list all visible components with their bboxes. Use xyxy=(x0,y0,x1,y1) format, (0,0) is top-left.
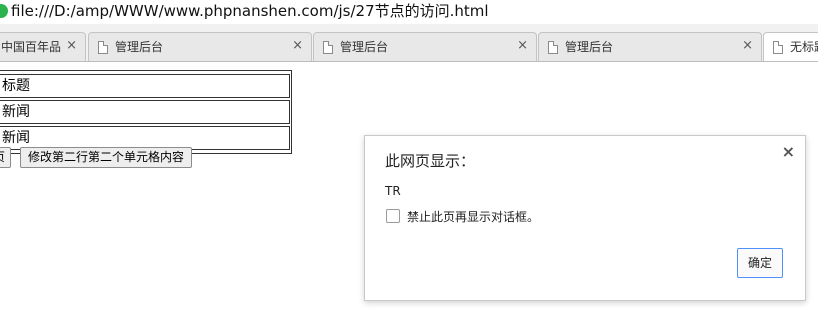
table-row: 新闻 xyxy=(0,100,290,124)
tab-label: 管理后台 xyxy=(340,40,389,54)
close-icon[interactable]: × xyxy=(292,39,303,53)
tab-label: 无标题 xyxy=(790,40,818,54)
table-row: 标题 xyxy=(0,74,290,98)
dialog-title: 此网页显示： xyxy=(385,152,476,170)
tab-4[interactable]: 管理后台 × xyxy=(538,32,762,61)
address-bar[interactable]: file:///D:/amp/WWW/www.phpnanshen.com/js… xyxy=(0,0,818,24)
tab-3[interactable]: 管理后台 × xyxy=(313,32,537,61)
suppress-dialogs-checkbox[interactable] xyxy=(386,209,400,223)
tab-1[interactable]: 中国百年品 × xyxy=(0,32,86,61)
news-table: 标题 新闻 新闻 xyxy=(0,70,292,154)
suppress-dialogs-label[interactable]: 禁止此页再显示对话框。 xyxy=(407,208,539,225)
page-icon xyxy=(773,41,783,54)
tab-label: 管理后台 xyxy=(565,40,614,54)
page-icon xyxy=(98,41,108,54)
ok-button[interactable]: 确定 xyxy=(737,248,783,278)
alert-dialog: × 此网页显示： TR 禁止此页再显示对话框。 确定 xyxy=(364,135,806,301)
close-icon[interactable]: × xyxy=(517,39,528,53)
tab-5-active[interactable]: 无标题 xyxy=(763,32,818,61)
partial-button[interactable]: 页 xyxy=(0,147,11,168)
close-icon[interactable]: × xyxy=(782,142,795,161)
modify-cell-button[interactable]: 修改第二行第二个单元格内容 xyxy=(20,147,193,168)
page-icon xyxy=(548,41,558,54)
tab-label: 中国百年品 xyxy=(1,40,62,54)
close-icon[interactable]: × xyxy=(742,39,753,53)
page-info-icon[interactable] xyxy=(0,4,8,18)
url-text[interactable]: file:///D:/amp/WWW/www.phpnanshen.com/js… xyxy=(11,2,489,20)
page-icon xyxy=(323,41,333,54)
tab-strip: 中国百年品 × 管理后台 × 管理后台 × 管理后台 × 无标题 xyxy=(0,24,818,62)
dialog-message: TR xyxy=(385,184,401,198)
tab-label: 管理后台 xyxy=(115,40,164,54)
close-icon[interactable]: × xyxy=(66,39,77,53)
tab-2[interactable]: 管理后台 × xyxy=(88,32,312,61)
